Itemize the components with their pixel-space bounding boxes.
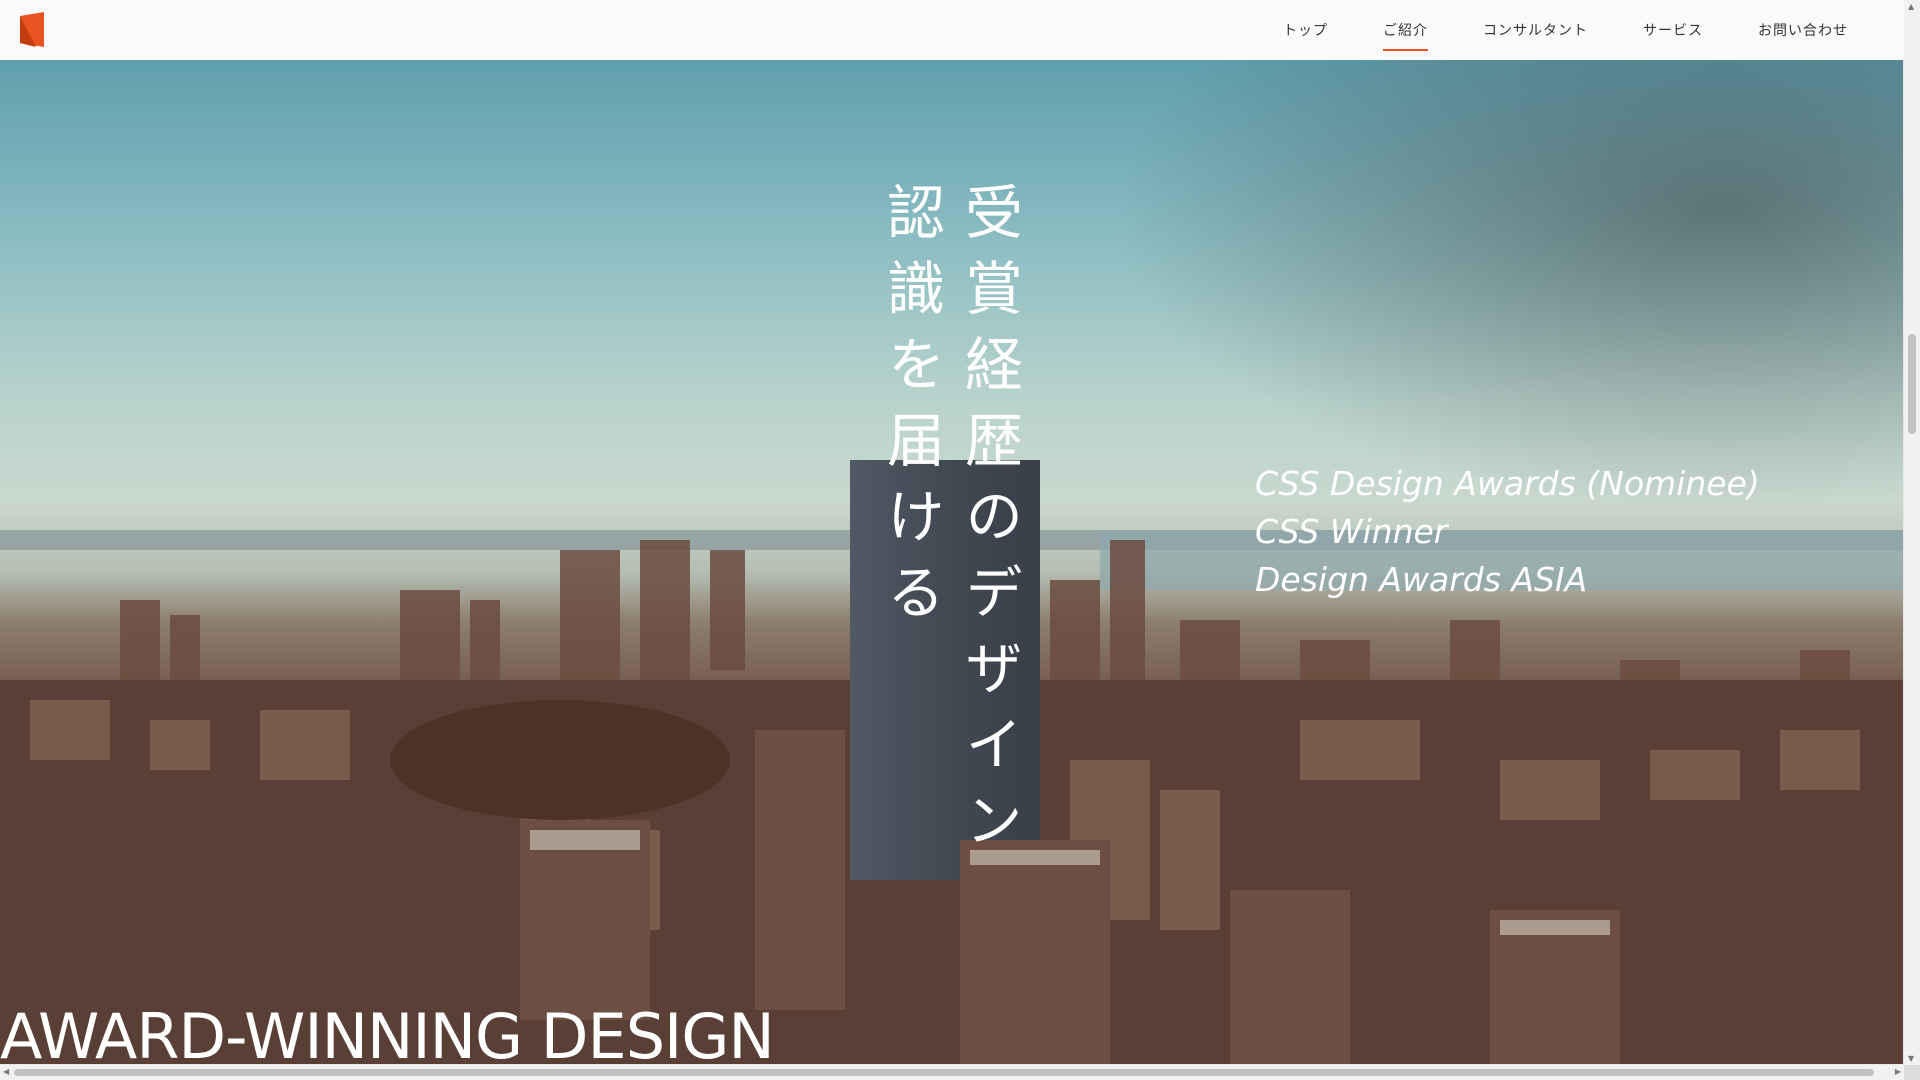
scroll-right-icon[interactable]: ▶	[1895, 1067, 1901, 1076]
site-header: トップ ご紹介 コンサルタント サービス お問い合わせ	[0, 0, 1904, 60]
awards-list: CSS Design Awards (Nominee) CSS Winner D…	[1255, 460, 1760, 604]
award-item: Design Awards ASIA	[1255, 560, 1588, 599]
hero-section: 受賞経歴のデザイン 認識を届ける CSS Design Awards (Nomi…	[0, 60, 1904, 1065]
scrollbar-corner	[1904, 1065, 1920, 1080]
vertical-heading-recognition: 認識を届ける	[877, 182, 945, 638]
horizontal-scrollbar[interactable]: ◀ ▶	[0, 1064, 1904, 1080]
nav-item-contact[interactable]: お問い合わせ	[1758, 12, 1848, 48]
nav-item-about[interactable]: ご紹介	[1383, 12, 1428, 51]
vertical-heading-awards: 受賞経歴のデザイン	[955, 182, 1023, 866]
main-nav: トップ ご紹介 コンサルタント サービス お問い合わせ	[1228, 0, 1848, 60]
brand-logo-icon[interactable]	[18, 12, 46, 47]
award-item: CSS Design Awards (Nominee)	[1255, 464, 1760, 503]
horizontal-scrollbar-thumb[interactable]	[14, 1069, 1874, 1076]
award-item: CSS Winner	[1255, 512, 1448, 551]
hero-title: AWARD-WINNING DESIGN	[0, 1000, 775, 1065]
scroll-up-icon[interactable]: ▲	[1908, 2, 1914, 11]
scroll-left-icon[interactable]: ◀	[3, 1067, 9, 1076]
nav-item-services[interactable]: サービス	[1643, 12, 1703, 48]
vertical-scrollbar[interactable]: ▲ ▼	[1903, 0, 1920, 1065]
scroll-down-icon[interactable]: ▼	[1908, 1054, 1914, 1063]
nav-item-top[interactable]: トップ	[1283, 12, 1328, 48]
nav-item-consultant[interactable]: コンサルタント	[1483, 12, 1588, 48]
vertical-scrollbar-thumb[interactable]	[1908, 334, 1916, 434]
